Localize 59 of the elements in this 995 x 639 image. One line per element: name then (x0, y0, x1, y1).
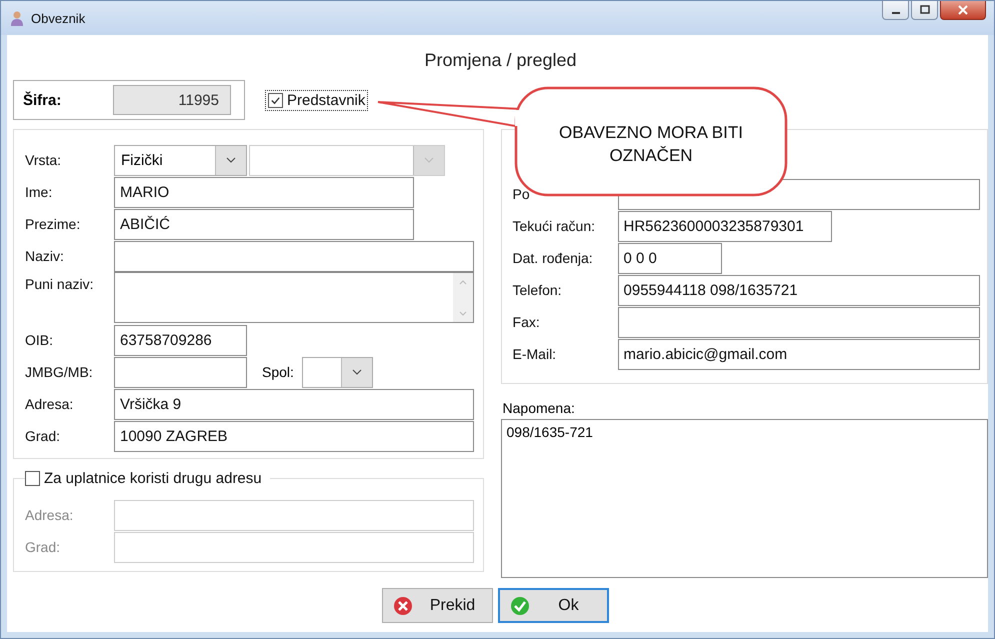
field-label: Adresa: (25, 396, 74, 412)
maximize-button[interactable] (911, 1, 938, 20)
type-dropdown[interactable]: Fizički (114, 144, 247, 176)
text-field[interactable]: 63758709286 (114, 324, 247, 356)
close-icon (957, 4, 969, 16)
callout-tooltip-text: OBAVEZNO MORA BITI OZNAČEN (558, 122, 744, 167)
scrollbar-arrows-icon (458, 278, 468, 318)
field-label: Naziv: (25, 248, 65, 264)
field-label: JMBG/MB: (25, 364, 94, 380)
person-icon (9, 10, 25, 26)
field-label: E-Mail: (512, 346, 558, 362)
ok-button[interactable]: Ok (498, 588, 609, 623)
chevron-down-icon (226, 157, 236, 163)
field-label: Ime: (25, 184, 54, 200)
field-label: Grad: (25, 539, 62, 555)
text-field[interactable] (114, 500, 474, 530)
cancel-icon (393, 596, 413, 616)
field-label: Puni naziv: (25, 275, 94, 292)
representative-checkbox[interactable]: Predstavnik (265, 90, 368, 110)
field-label: Fax: (512, 314, 541, 330)
maximize-icon (918, 4, 930, 16)
field-label: Prezime: (25, 216, 82, 232)
minimize-icon (892, 12, 900, 14)
field-label: Spol: (262, 364, 294, 380)
cancel-button[interactable]: Prekid (382, 588, 493, 623)
gender-dropdown[interactable] (302, 356, 373, 388)
field-label: Grad: (25, 428, 62, 444)
code-label: Šifra: (23, 92, 62, 108)
text-field[interactable] (618, 306, 980, 338)
field-label: Telefon: (512, 282, 563, 298)
text-field[interactable] (114, 532, 474, 562)
text-field[interactable]: HR5623600003235879301 (618, 210, 832, 242)
text-field[interactable]: 0 0 0 (618, 242, 722, 274)
field-label: Tekući račun: (512, 218, 596, 234)
note-label: Napomena: (502, 400, 576, 416)
field-label: OIB: (25, 332, 54, 348)
text-field[interactable]: 10090 ZAGREB (114, 420, 474, 452)
minimize-button[interactable] (882, 1, 909, 20)
text-field[interactable]: mario.abicic@gmail.com (618, 338, 980, 370)
field-label: Dat. rođenja: (512, 250, 594, 266)
code-field: 11995 (113, 85, 231, 115)
text-field[interactable]: MARIO (114, 176, 414, 208)
text-field[interactable] (114, 356, 247, 388)
field-label: Adresa: (25, 507, 74, 523)
note-area[interactable]: 098/1635-721 (500, 419, 988, 578)
text-area[interactable] (114, 272, 474, 323)
field-label: Po (512, 186, 531, 202)
chevron-down-icon (352, 369, 362, 375)
checkmark-icon (270, 94, 281, 106)
chevron-down-icon (424, 157, 434, 163)
text-field[interactable]: ABIČIĆ (114, 208, 414, 240)
text-field[interactable]: 0955944118 098/1635721 (618, 274, 980, 306)
form-heading: Promjena / pregled (423, 49, 578, 72)
close-button[interactable] (940, 1, 986, 20)
text-field[interactable] (114, 240, 474, 272)
field-label: Vrsta: (25, 152, 62, 168)
window-title: Obveznik (31, 10, 86, 26)
text-field[interactable]: Vršička 9 (114, 388, 474, 420)
check-icon (510, 596, 530, 616)
